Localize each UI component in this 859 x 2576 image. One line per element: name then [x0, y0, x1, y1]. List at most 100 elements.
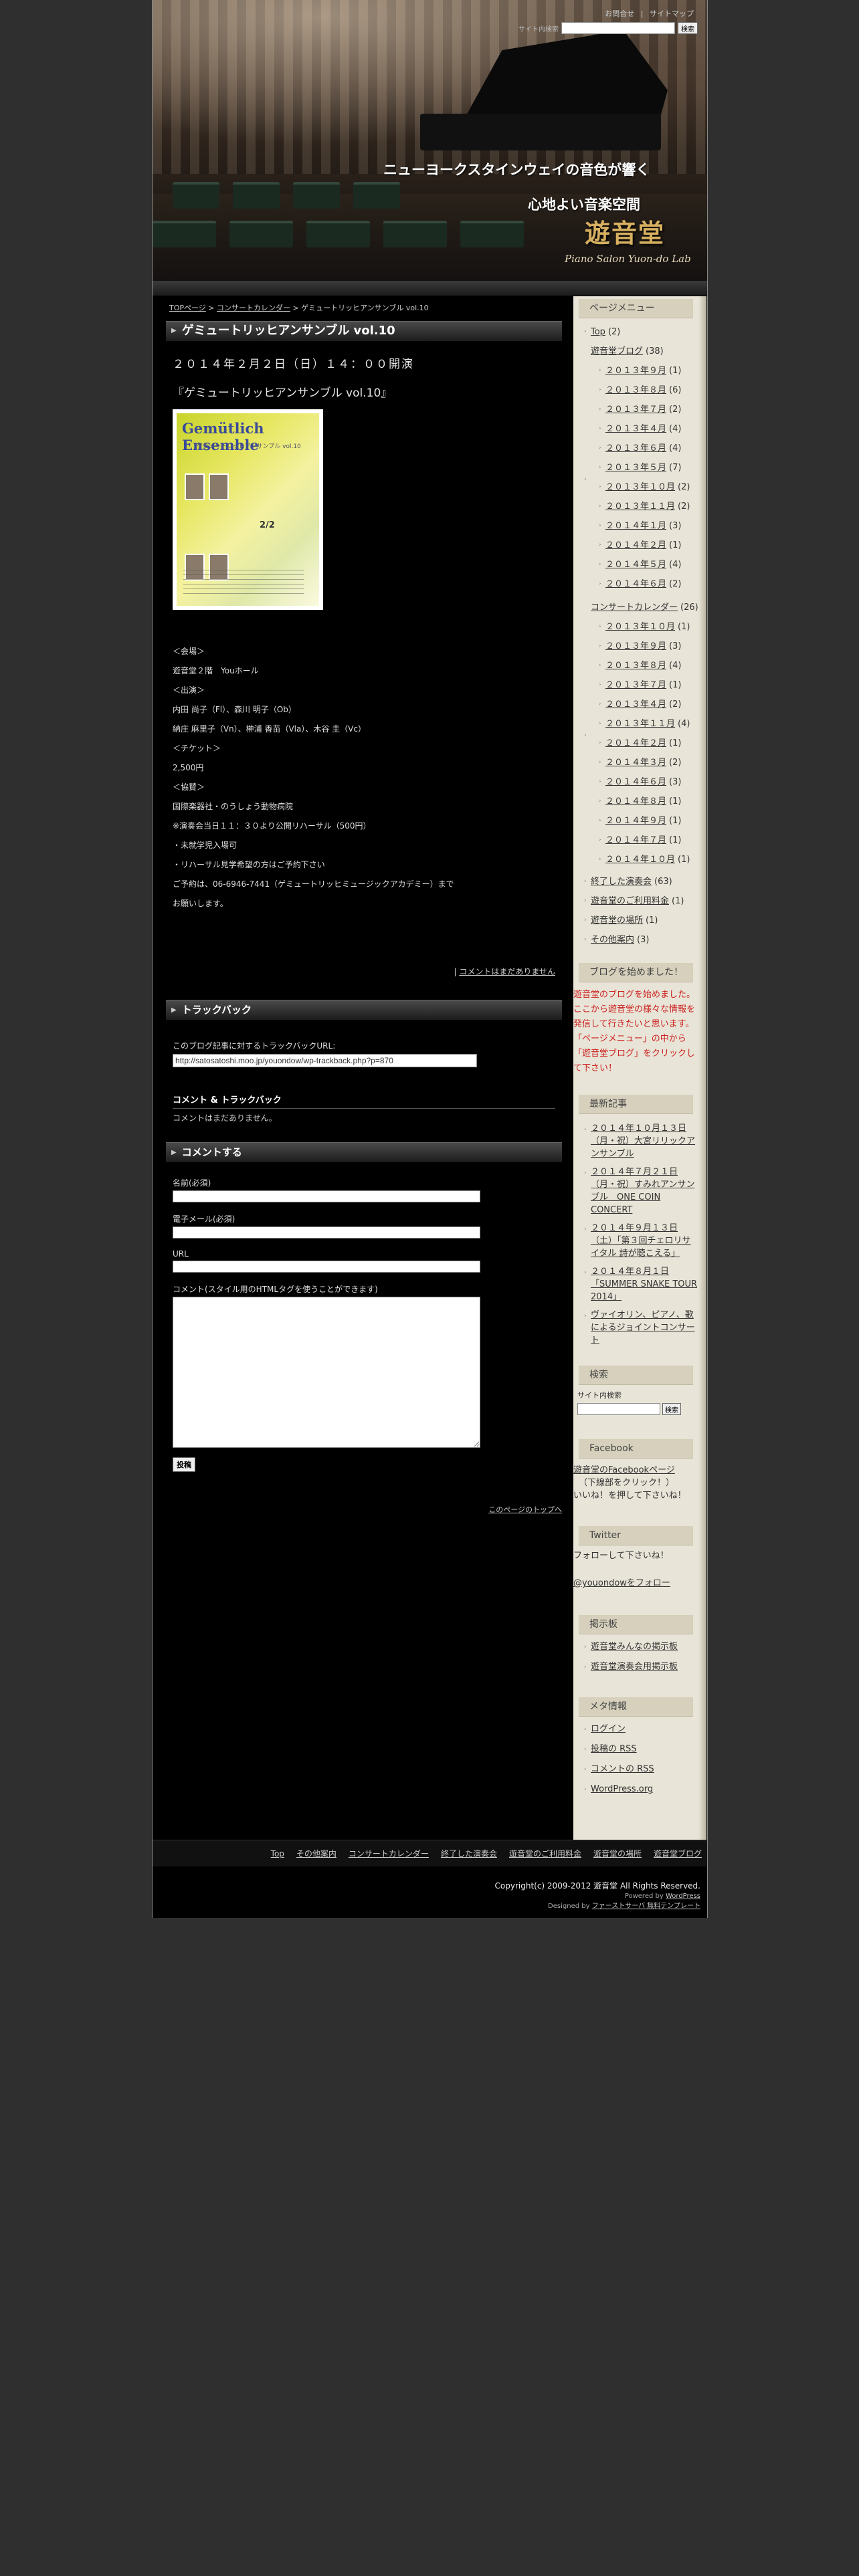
menu-month-item[interactable]: › ２０１４年９月 (1)	[573, 811, 706, 831]
menu-month-item[interactable]: › ２０１３年６月 (4)	[573, 439, 706, 458]
board-link[interactable]: 遊音堂演奏会用掲示板	[591, 1662, 678, 1672]
menu-month-label[interactable]: ２０１３年１０月	[605, 482, 675, 492]
menu-month-item[interactable]: › ２０１４年２月 (1)	[573, 734, 706, 753]
contact-link[interactable]: お問合せ	[605, 9, 634, 18]
menu-item-label[interactable]: 終了した演奏会	[591, 877, 652, 887]
board-link[interactable]: 遊音堂みんなの掲示板	[591, 1642, 678, 1652]
footer-nav-link[interactable]: Top	[271, 1849, 284, 1858]
template-link[interactable]: ファーストサーバ 無料テンプレート	[592, 1903, 700, 1910]
footer-nav-link[interactable]: 終了した演奏会	[441, 1848, 497, 1859]
menu-month-label[interactable]: ２０１３年６月	[605, 443, 666, 453]
footer-nav-link[interactable]: 遊音堂のご利用料金	[509, 1848, 581, 1859]
menu-month-item[interactable]: › ２０１４年６月 (3)	[573, 772, 706, 792]
menu-month-label[interactable]: ２０１３年１１月	[605, 719, 675, 729]
menu-month-label[interactable]: ２０１３年９月	[605, 641, 666, 651]
menu-month-label[interactable]: ２０１３年７月	[605, 680, 666, 690]
menu-month-label[interactable]: ２０１４年７月	[605, 835, 666, 845]
menu-month-label[interactable]: ２０１３年８月	[605, 385, 666, 395]
menu-month-item[interactable]: › ２０１３年５月 (7)	[573, 458, 706, 477]
menu-month-label[interactable]: ２０１３年５月	[605, 463, 666, 473]
menu-month-label[interactable]: ２０１３年８月	[605, 661, 666, 671]
menu-month-label[interactable]: ２０１４年６月	[605, 579, 666, 589]
header-search-button[interactable]: 検索	[678, 22, 698, 34]
menu-item-top[interactable]: › Top (2)	[573, 322, 706, 342]
menu-item-label[interactable]: 遊音堂の場所	[591, 916, 643, 926]
menu-item-other[interactable]: › 遊音堂のご利用料金 (1)	[573, 891, 706, 911]
menu-month-item[interactable]: › ２０１４年８月 (1)	[573, 792, 706, 811]
meta-item[interactable]: › コメントの RSS	[573, 1759, 706, 1780]
menu-month-label[interactable]: ２０１４年９月	[605, 816, 666, 826]
meta-item[interactable]: › ログイン	[573, 1719, 706, 1739]
facebook-link[interactable]: 遊音堂のFacebookページ	[573, 1465, 675, 1475]
menu-month-label[interactable]: ２０１３年１０月	[605, 622, 675, 632]
board-item[interactable]: › 遊音堂演奏会用掲示板	[573, 1657, 706, 1677]
footer-nav-link[interactable]: 遊音堂ブログ	[654, 1848, 702, 1859]
menu-month-item[interactable]: › ２０１４年５月 (4)	[573, 555, 706, 574]
footer-nav-link[interactable]: コンサートカレンダー	[349, 1848, 429, 1859]
menu-month-item[interactable]: › ２０１４年１０月 (1)	[573, 850, 706, 869]
menu-month-label[interactable]: ２０１４年１月	[605, 521, 666, 531]
menu-item-other[interactable]: › その他案内 (3)	[573, 930, 706, 950]
menu-month-label[interactable]: ２０１４年２月	[605, 540, 666, 550]
menu-month-label[interactable]: ２０１４年５月	[605, 560, 666, 570]
meta-link[interactable]: WordPress.org	[591, 1784, 653, 1794]
menu-month-item[interactable]: › ２０１３年４月 (2)	[573, 695, 706, 714]
recent-post-item[interactable]: › ２０１４年１０月１３日（月・祝）大宮リリックアンサンブル	[573, 1119, 706, 1163]
page-top-link[interactable]: このページのトップへ	[488, 1505, 562, 1514]
menu-item-label[interactable]: Top	[591, 327, 605, 337]
meta-link[interactable]: ログイン	[591, 1724, 626, 1734]
menu-month-label[interactable]: ２０１４年８月	[605, 796, 666, 807]
wordpress-link[interactable]: WordPress	[666, 1893, 700, 1900]
sitemap-link[interactable]: サイトマップ	[650, 9, 694, 18]
trackback-url-field[interactable]	[173, 1054, 477, 1067]
header-search-input[interactable]	[561, 22, 675, 34]
meta-item[interactable]: › 投稿の RSS	[573, 1739, 706, 1759]
menu-item-calendar[interactable]: コンサートカレンダー (26)	[573, 598, 706, 617]
breadcrumb-home[interactable]: TOPページ	[169, 304, 206, 312]
menu-item-other[interactable]: › 遊音堂の場所 (1)	[573, 911, 706, 930]
menu-month-item[interactable]: › ２０１３年８月 (6)	[573, 381, 706, 400]
menu-month-item[interactable]: › ２０１３年７月 (1)	[573, 675, 706, 695]
recent-post-link[interactable]: ２０１４年９月１３日（土）「第３回チェロリサイタル 詩が聴こえる」	[591, 1223, 691, 1259]
footer-nav-link[interactable]: 遊音堂の場所	[593, 1848, 642, 1859]
name-field[interactable]	[173, 1190, 480, 1202]
meta-link[interactable]: コメントの RSS	[591, 1764, 654, 1774]
menu-item-blog[interactable]: 遊音堂ブログ (38)	[573, 342, 706, 361]
recent-post-link[interactable]: ２０１４年７月２１日（月・祝）すみれアンサンブル ONE COIN CONCER…	[591, 1167, 694, 1215]
menu-item-other[interactable]: › 終了した演奏会 (63)	[573, 872, 706, 891]
url-field[interactable]	[173, 1261, 480, 1273]
menu-month-item[interactable]: › ２０１４年３月 (2)	[573, 753, 706, 772]
menu-month-item[interactable]: › ２０１３年１０月 (2)	[573, 477, 706, 497]
meta-item[interactable]: › WordPress.org	[573, 1780, 706, 1800]
menu-month-label[interactable]: ２０１４年１０月	[605, 855, 675, 865]
menu-month-item[interactable]: › ２０１３年９月 (3)	[573, 637, 706, 656]
menu-month-item[interactable]: › ２０１３年１０月 (1)	[573, 617, 706, 637]
recent-post-link[interactable]: ２０１４年８月１日「SUMMER SNAKE TOUR 2014」	[591, 1267, 697, 1302]
menu-month-label[interactable]: ２０１４年６月	[605, 777, 666, 787]
menu-item-label[interactable]: コンサートカレンダー	[591, 603, 678, 613]
menu-month-item[interactable]: › ２０１３年４月 (4)	[573, 419, 706, 439]
recent-post-item[interactable]: › ヴァイオリン、ピアノ、歌によるジョイントコンサート	[573, 1306, 706, 1350]
comment-link[interactable]: コメントはまだありません	[459, 967, 555, 976]
twitter-follow-link[interactable]: @youondowをフォロー	[573, 1578, 670, 1588]
email-field[interactable]	[173, 1226, 480, 1239]
sidebar-search-button[interactable]: 検索	[662, 1403, 681, 1415]
recent-post-item[interactable]: › ２０１４年９月１３日（土）「第３回チェロリサイタル 詩が聴こえる」	[573, 1219, 706, 1263]
menu-item-label[interactable]: その他案内	[591, 935, 634, 945]
recent-post-link[interactable]: ヴァイオリン、ピアノ、歌によるジョイントコンサート	[591, 1310, 695, 1346]
menu-month-label[interactable]: ２０１３年９月	[605, 366, 666, 376]
board-item[interactable]: › 遊音堂みんなの掲示板	[573, 1637, 706, 1657]
menu-month-label[interactable]: ２０１３年１１月	[605, 502, 675, 512]
breadcrumb-category[interactable]: コンサートカレンダー	[217, 304, 290, 312]
footer-nav-link[interactable]: その他案内	[296, 1848, 337, 1859]
menu-month-label[interactable]: ２０１４年２月	[605, 738, 666, 748]
submit-comment-button[interactable]: 投稿	[173, 1457, 195, 1472]
menu-month-item[interactable]: › ２０１４年１月 (3)	[573, 516, 706, 536]
menu-month-label[interactable]: ２０１３年７月	[605, 405, 666, 415]
menu-month-item[interactable]: › ２０１３年１１月 (2)	[573, 497, 706, 516]
site-logo[interactable]: 遊音堂	[585, 213, 665, 249]
menu-month-item[interactable]: › ２０１３年１１月 (4)	[573, 714, 706, 734]
sidebar-search-input[interactable]	[577, 1403, 660, 1415]
recent-post-link[interactable]: ２０１４年１０月１３日（月・祝）大宮リリックアンサンブル	[591, 1123, 695, 1159]
menu-month-item[interactable]: › ２０１３年７月 (2)	[573, 400, 706, 419]
